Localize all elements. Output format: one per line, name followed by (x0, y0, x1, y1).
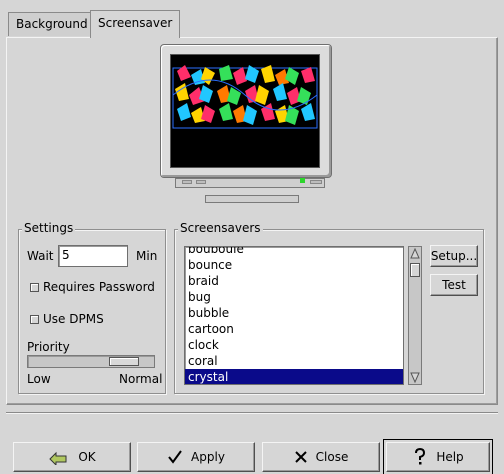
scrollbar-thumb[interactable] (410, 263, 420, 277)
close-button-label: Close (315, 450, 349, 464)
priority-low-label: Low (27, 372, 51, 386)
priority-slider[interactable] (27, 355, 155, 368)
use-dpms-checkbox[interactable] (30, 315, 39, 324)
screensaver-preview-screen (170, 54, 320, 168)
requires-password-label[interactable]: Requires Password (43, 280, 155, 294)
help-button[interactable]: Help (383, 439, 493, 474)
list-item[interactable]: bubble (185, 305, 403, 321)
monitor-control-button (196, 180, 206, 184)
ok-icon (49, 451, 67, 465)
test-button-label: Test (442, 278, 466, 292)
tab-background[interactable]: Background (8, 12, 96, 36)
help-button-label: Help (436, 450, 464, 464)
monitor-foot (205, 195, 299, 203)
list-item[interactable]: braid (185, 273, 403, 289)
apply-button[interactable]: Apply (137, 442, 255, 472)
monitor-power-button (310, 180, 322, 184)
apply-button-label: Apply (191, 450, 225, 464)
screensavers-group-title: Screensavers (178, 221, 263, 235)
test-button[interactable]: Test (430, 274, 478, 296)
wait-input[interactable]: 5 (58, 245, 128, 267)
priority-slider-thumb[interactable] (109, 357, 139, 366)
separator (6, 412, 498, 414)
list-item[interactable]: coral (185, 353, 403, 369)
close-icon (294, 451, 307, 463)
screensaver-dialog: { "tabs": [ {"label": "Background", "act… (0, 0, 504, 474)
list-item[interactable]: bounce (185, 257, 403, 273)
wait-label: Wait (27, 249, 54, 263)
close-button[interactable]: Close (262, 442, 380, 472)
setup-button-label: Setup... (430, 249, 478, 263)
list-scrollbar[interactable] (408, 246, 422, 385)
list-item-selected[interactable]: crystal (185, 369, 403, 384)
monitor-control-button (182, 180, 192, 184)
priority-label: Priority (27, 340, 70, 354)
tab-background-label: Background (16, 17, 88, 31)
list-item[interactable]: clock (185, 337, 403, 353)
tab-screensaver-label: Screensaver (98, 16, 173, 30)
tab-screensaver[interactable]: Screensaver (90, 10, 181, 38)
help-icon (415, 448, 426, 465)
ok-button-label: OK (78, 450, 96, 464)
checkmark-icon (168, 450, 182, 464)
wait-unit-label: Min (136, 249, 158, 263)
use-dpms-label[interactable]: Use DPMS (43, 312, 104, 326)
list-item[interactable]: bouboule (185, 247, 403, 257)
scroll-down-arrow-icon[interactable] (410, 371, 420, 383)
priority-normal-label: Normal (119, 372, 163, 386)
settings-group-title: Settings (22, 221, 76, 235)
crystal-preview-graphic (172, 65, 318, 129)
list-item[interactable]: cartoon (185, 321, 403, 337)
ok-button[interactable]: OK (13, 442, 131, 472)
scroll-up-arrow-icon[interactable] (410, 248, 420, 260)
setup-button[interactable]: Setup... (430, 245, 478, 267)
requires-password-checkbox[interactable] (30, 283, 39, 292)
power-led-icon (300, 178, 305, 183)
list-item[interactable]: bug (185, 289, 403, 305)
screensaver-list[interactable]: bouboule bounce braid bug bubble cartoon… (184, 246, 404, 385)
